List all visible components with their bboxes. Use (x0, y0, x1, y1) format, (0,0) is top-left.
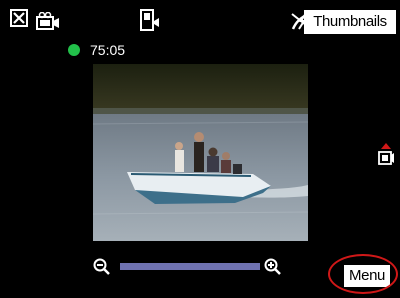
zoom-in-button[interactable] (264, 258, 282, 280)
menu-highlight-ring (328, 254, 398, 294)
close-button[interactable] (10, 9, 28, 27)
camcorder-mode-icon[interactable] (36, 11, 62, 34)
zoom-in-icon (264, 258, 281, 275)
camera-preview[interactable] (93, 64, 308, 241)
phone-device-icon[interactable] (140, 9, 160, 35)
close-icon (13, 12, 25, 24)
status-indicator (68, 44, 80, 56)
thumbnails-button[interactable]: Thumbnails (304, 10, 396, 34)
zoom-slider-level (120, 263, 260, 270)
camcorder-capture-icon[interactable] (377, 143, 395, 171)
recording-timer: 75:05 (90, 42, 126, 58)
zoom-out-icon (93, 258, 110, 275)
zoom-out-button[interactable] (93, 258, 111, 280)
preview-image (93, 64, 308, 241)
